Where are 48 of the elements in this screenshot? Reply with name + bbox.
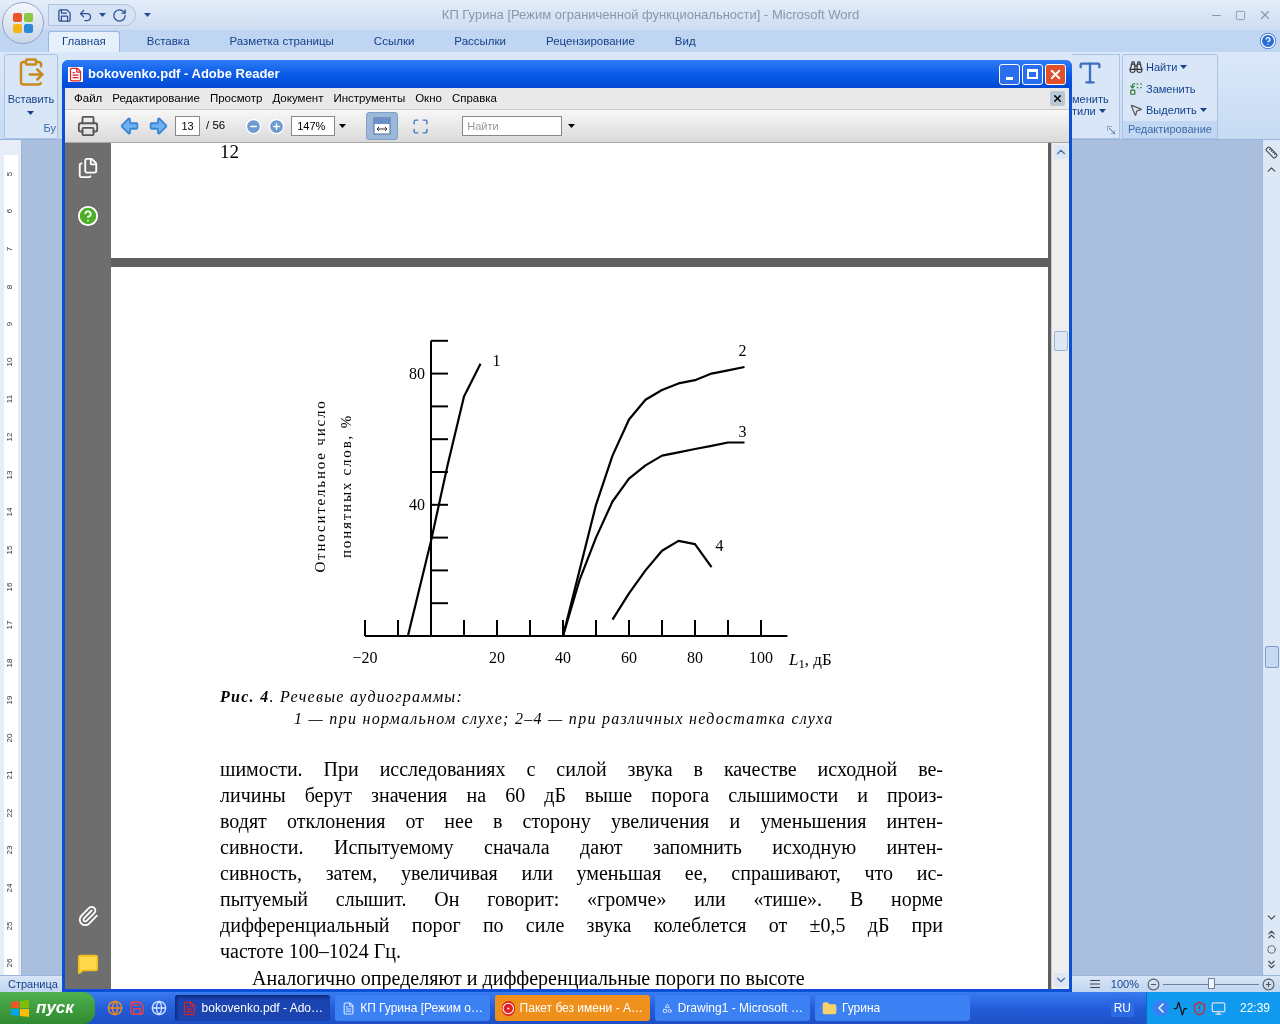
window-title: bokovenko.pdf - Adobe Reader <box>88 65 280 84</box>
x-tick-label: −20 <box>352 649 378 666</box>
ruler-number: 24 <box>4 883 16 893</box>
ruler-number: 11 <box>4 395 16 404</box>
ruler-number: 23 <box>4 846 16 855</box>
group-label: Бу <box>43 120 56 136</box>
ruler-number: 17 <box>4 620 16 630</box>
y-axis-label: Относительное число понятных слов, % <box>311 398 355 575</box>
ruler-number: 20 <box>4 733 16 743</box>
x-tick-label: 80 <box>687 649 703 666</box>
ruler-number: 10 <box>4 357 16 367</box>
body-paragraph: Аналогично определяют и дифференциальные пороги по высоте <box>251 967 806 989</box>
ruler-number: 13 <box>4 470 16 479</box>
x-tick-label: 40 <box>555 649 571 666</box>
y-tick-label: 40 <box>409 495 425 513</box>
ruler-number: 18 <box>4 658 16 667</box>
ruler-number: 12 <box>4 432 16 442</box>
group-label: Редактирование <box>1123 120 1217 138</box>
ruler-number: 19 <box>4 695 16 705</box>
ruler-number: 22 <box>4 808 16 818</box>
ruler-number: 6 <box>4 209 16 214</box>
x-axis-label: L$_{1}$, дБ <box>789 649 832 673</box>
ruler-number: 15 <box>4 545 16 555</box>
page-status: Страница <box>8 976 58 992</box>
ruler-number: 26 <box>4 958 16 968</box>
ruler-number: 16 <box>4 582 16 592</box>
window-title: КП Гурина [Режим ограниченной функциональности] - Microsoft Word <box>441 6 860 25</box>
ruler-number: 8 <box>4 284 16 289</box>
ruler-number: 9 <box>4 321 16 327</box>
ruler-number: 5 <box>4 171 16 176</box>
ruler-number: 21 <box>4 770 16 780</box>
y-tick-label: 80 <box>409 364 425 382</box>
clock: 22:39 <box>1239 1000 1270 1017</box>
page-number: 12 <box>220 143 240 161</box>
figure-caption: Рис. 4. Речевые аудиограммы: <box>220 687 465 708</box>
figure-legend: 1 — при нормальном слухе; 2–4 — при различных недостатка слуха <box>220 708 1048 730</box>
body-paragraph: шимости. При исследованиях с силой звука в качестве исходной ве- личины берут значения на 60 дБ выше порога слышимости и произ- водят отклонения от нее в сторону увеличения и уменьшения интен- сивности. Испытуемому сначала дают запомнить исходную интен- сивность, затем, увеличивая или уменьшая ее, спрашивают, что ис- пытуемый слышит. Он говорит: «громче» или «тише». В норме дифференциальный порог по силе звука колеблется от ±0,5 дБ при частоте 100–1024 Гц. <box>220 757 943 964</box>
ruler-number: 25 <box>4 921 16 931</box>
x-tick-label: 100 <box>749 649 773 666</box>
x-tick-label: 60 <box>621 649 637 666</box>
ruler-number: 7 <box>4 246 16 252</box>
page-count: / 56 <box>206 118 226 134</box>
curve-label: 2 <box>738 342 747 360</box>
x-tick-label: 20 <box>489 649 505 666</box>
ruler-number: 14 <box>4 507 16 517</box>
curve-label: 3 <box>738 423 747 441</box>
curve-label: 4 <box>715 537 724 555</box>
curve-label: 1 <box>492 351 501 369</box>
